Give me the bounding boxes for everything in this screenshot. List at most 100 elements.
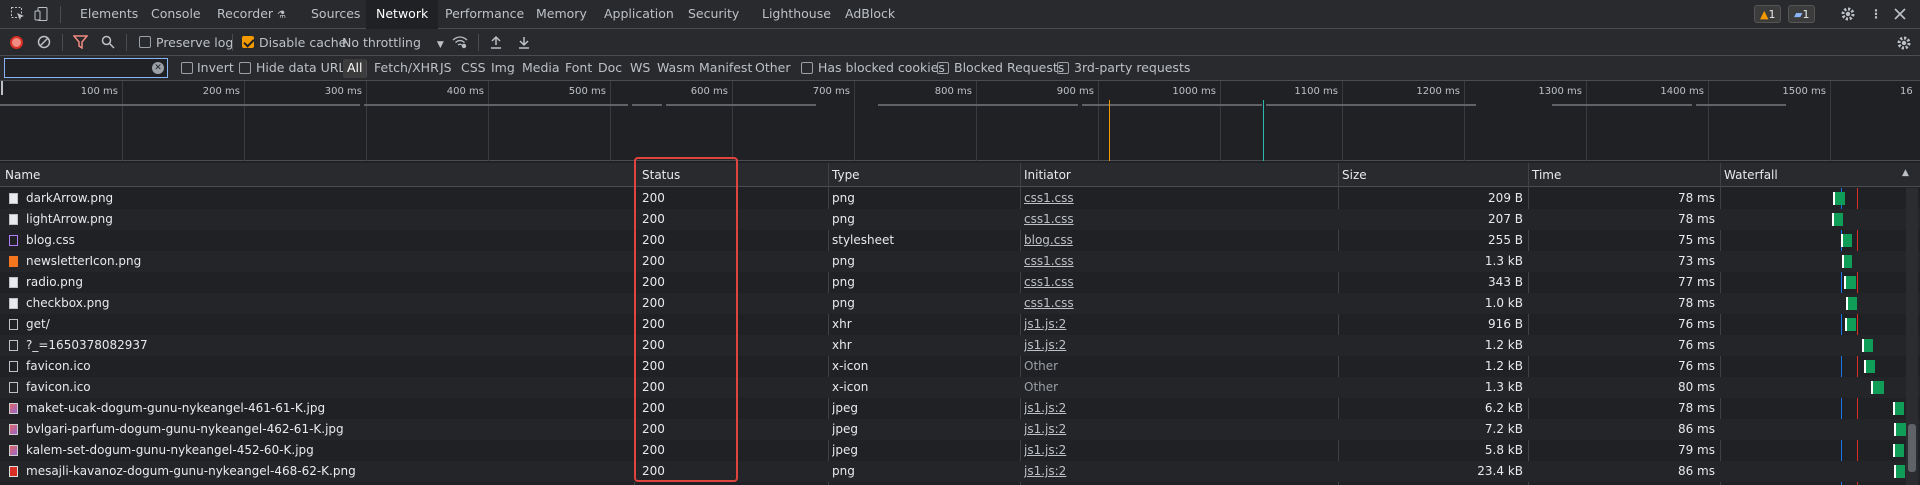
waterfall-bar[interactable] [1842,255,1852,268]
filter-type-manifest[interactable]: Manifest [699,59,752,78]
column-name[interactable]: Name [1,163,40,187]
tab-lighthouse[interactable]: Lighthouse [762,0,831,29]
request-initiator[interactable]: js1.js:2 [1024,461,1324,482]
waterfall-bar[interactable] [1846,297,1857,310]
filter-type-other[interactable]: Other [755,59,791,78]
filter-type-fetch-xhr[interactable]: Fetch/XHR [374,59,439,78]
column-initiator[interactable]: Initiator [1020,163,1071,187]
column-status[interactable]: Status [638,163,680,187]
blocked-requests-checkbox[interactable] [937,62,949,74]
more-options-icon[interactable]: ⋮ [1868,6,1884,22]
request-name[interactable]: kalem-set-dogum-gunu-nykeangel-452-60-K.… [26,440,626,461]
preserve-log-checkbox[interactable] [139,36,151,48]
tab-performance[interactable]: Performance [445,0,524,29]
request-row[interactable]: lightArrow.png 200 png css1.css 207 B 78 ms [0,209,1920,230]
request-row[interactable]: radio.png 200 png css1.css 343 B 77 ms [0,272,1920,293]
column-size[interactable]: Size [1338,163,1367,187]
clear-icon[interactable] [37,35,51,52]
device-toolbar-icon[interactable] [34,6,50,22]
waterfall-bar[interactable] [1894,465,1905,478]
request-initiator[interactable]: css1.css [1024,293,1324,314]
waterfall-bar[interactable] [1833,192,1845,205]
filter-type-media[interactable]: Media [522,59,560,78]
tab-elements[interactable]: Elements [80,0,138,29]
tab-application[interactable]: Application [604,0,674,29]
request-row[interactable]: kalem-set-dogum-gunu-nykeangel-452-60-K.… [0,440,1920,461]
request-name[interactable]: get/ [26,314,626,335]
warnings-badge[interactable]: ▲1 [1754,5,1782,23]
waterfall-bar[interactable] [1845,318,1856,331]
record-stop-icon[interactable] [10,36,23,49]
import-har-icon[interactable] [490,35,502,52]
column-type[interactable]: Type [828,163,860,187]
scrollbar-thumb[interactable] [1908,424,1916,472]
filter-type-doc[interactable]: Doc [598,59,622,78]
inspect-element-icon[interactable] [10,6,26,22]
request-initiator[interactable]: js1.js:2 [1024,335,1324,356]
invert-checkbox[interactable] [181,62,193,74]
tab-adblock[interactable]: AdBlock [845,0,895,29]
clear-filter-icon[interactable]: ✕ [152,62,164,74]
filter-type-css[interactable]: CSS [461,59,486,78]
request-row[interactable]: darkArrow.png 200 png css1.css 209 B 78 ms [0,188,1920,209]
waterfall-bar[interactable] [1841,234,1852,247]
request-initiator[interactable]: blog.css [1024,230,1324,251]
waterfall-bar[interactable] [1893,402,1904,415]
request-row[interactable]: checkbox.png 200 png css1.css 1.0 kB 78 ms [0,293,1920,314]
request-initiator[interactable]: js1.js:2 [1024,314,1324,335]
request-name[interactable]: checkbox.png [26,293,626,314]
settings-gear-icon[interactable] [1840,6,1856,22]
request-name[interactable]: bvlgari-parfum-dogum-gunu-nykeangel-462-… [26,419,626,440]
filter-type-img[interactable]: Img [491,59,515,78]
close-icon[interactable] [1892,6,1908,22]
tab-security[interactable]: Security [688,0,739,29]
request-initiator[interactable]: js1.js:2 [1024,440,1324,461]
waterfall-bar[interactable] [1864,360,1875,373]
waterfall-bar[interactable] [1832,213,1843,226]
network-conditions-icon[interactable] [452,35,468,52]
request-name[interactable]: newsletterIcon.png [26,251,626,272]
request-row[interactable]: blog.css 200 stylesheet blog.css 255 B 75 ms [0,230,1920,251]
request-row[interactable]: newsletterIcon.png 200 png css1.css 1.3 kB 73… [0,251,1920,272]
timeline-start-handle[interactable] [1,81,3,95]
tab-memory[interactable]: Memory [536,0,587,29]
throttling-select[interactable]: No throttling ▼ [342,35,444,50]
disable-cache-checkbox[interactable] [242,36,254,48]
filter-type-wasm[interactable]: Wasm [657,59,695,78]
filter-type-ws[interactable]: WS [630,59,650,78]
tab-network[interactable]: Network [366,0,439,29]
request-initiator[interactable]: css1.css [1024,272,1324,293]
waterfall-bar[interactable] [1844,276,1856,289]
request-row[interactable]: mesajli-kavanoz-dogum-gunu-nykeangel-468… [0,461,1920,482]
request-row[interactable]: maket-ucak-dogum-gunu-nykeangel-461-61-K… [0,398,1920,419]
network-settings-gear-icon[interactable] [1896,35,1912,54]
filter-type-js[interactable]: JS [440,59,452,78]
overview-timeline[interactable]: 100 ms 200 ms 300 ms 400 ms 500 ms 600 ms 700 … [0,81,1920,161]
request-name[interactable]: lightArrow.png [26,209,626,230]
filter-type-font[interactable]: Font [565,59,592,78]
column-time[interactable]: Time [1528,163,1561,187]
filter-type-all[interactable]: All [343,59,367,78]
request-name[interactable]: favicon.ico [26,377,626,398]
vertical-scrollbar[interactable] [1906,188,1918,485]
request-row[interactable]: ?_=1650378082937 200 xhr js1.js:2 1.2 kB 76 m… [0,335,1920,356]
request-name[interactable]: radio.png [26,272,626,293]
waterfall-bar[interactable] [1894,423,1906,436]
sort-ascending-icon[interactable]: ▲ [1902,168,1909,178]
request-row[interactable]: bvlgari-parfum-dogum-gunu-nykeangel-462-… [0,419,1920,440]
filter-icon[interactable] [72,35,89,52]
request-row[interactable]: get/200 xhr js1.js:2 916 B 76 ms [0,314,1920,335]
request-name[interactable]: ?_=1650378082937 [26,335,626,356]
search-icon[interactable] [101,35,115,52]
filter-input[interactable] [4,58,168,78]
request-initiator[interactable]: css1.css [1024,251,1324,272]
request-row[interactable]: favicon.ico 200 x-icon Other 1.3 kB 80 ms [0,377,1920,398]
hide-data-urls-checkbox[interactable] [239,62,251,74]
request-name[interactable]: blog.css [26,230,626,251]
tab-recorder[interactable]: Recorder ⚗ [217,0,286,29]
messages-badge[interactable]: ▰1 [1788,5,1816,23]
waterfall-bar[interactable] [1862,339,1873,352]
request-initiator[interactable]: js1.js:2 [1024,419,1324,440]
request-name[interactable]: favicon.ico [26,356,626,377]
request-name[interactable]: mesajli-kavanoz-dogum-gunu-nykeangel-468… [26,461,626,482]
